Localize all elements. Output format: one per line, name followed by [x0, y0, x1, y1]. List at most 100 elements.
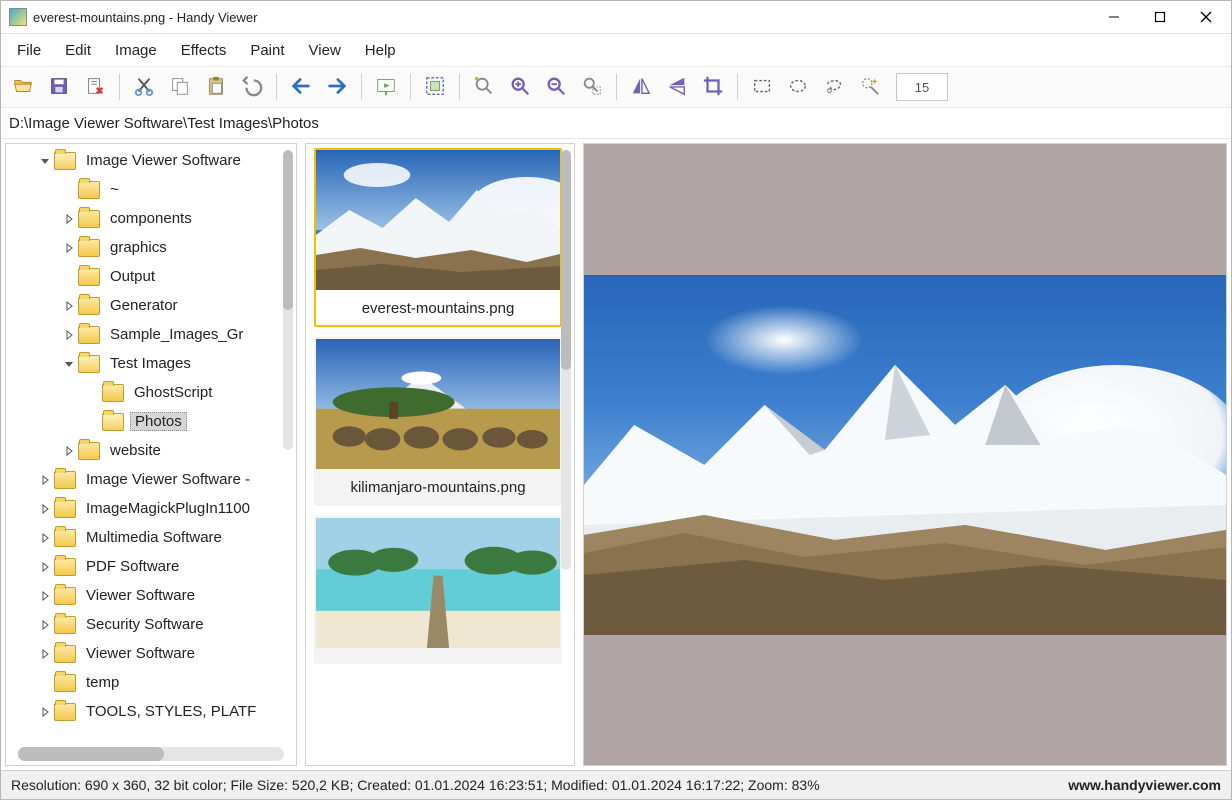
image-viewer-panel [583, 143, 1227, 766]
zoom-fit-icon [473, 75, 495, 100]
menu-file[interactable]: File [5, 38, 53, 63]
expander-none [86, 415, 100, 429]
tree-row[interactable]: Generator [6, 291, 296, 320]
chevron-right-icon[interactable] [38, 531, 52, 545]
zoom-fit-button[interactable] [468, 71, 500, 103]
tree-row[interactable]: ~ [6, 175, 296, 204]
folder-icon [102, 413, 124, 431]
select-wand-button[interactable] [854, 71, 886, 103]
flip-h-button[interactable] [625, 71, 657, 103]
delete-button[interactable] [79, 71, 111, 103]
chevron-right-icon[interactable] [38, 560, 52, 574]
chevron-right-icon[interactable] [62, 241, 76, 255]
next-button[interactable] [321, 71, 353, 103]
chevron-down-icon[interactable] [38, 154, 52, 168]
zoom-out-icon [545, 75, 567, 100]
menu-view[interactable]: View [297, 38, 353, 63]
fullscreen-button[interactable] [419, 71, 451, 103]
tree-row[interactable]: website [6, 436, 296, 465]
crop-icon [702, 75, 724, 100]
select-rect-button[interactable] [746, 71, 778, 103]
thumb-scrollbar[interactable] [561, 150, 571, 570]
open-icon [12, 75, 34, 100]
tree-row[interactable]: Viewer Software [6, 639, 296, 668]
tree-scrollbar[interactable] [283, 150, 293, 450]
folder-icon [54, 645, 76, 663]
chevron-right-icon[interactable] [62, 299, 76, 313]
chevron-right-icon[interactable] [38, 473, 52, 487]
tree-row[interactable]: Output [6, 262, 296, 291]
menu-effects[interactable]: Effects [169, 38, 239, 63]
tree-row[interactable]: Sample_Images_Gr [6, 320, 296, 349]
chevron-down-icon[interactable] [62, 357, 76, 371]
prev-button[interactable] [285, 71, 317, 103]
tree-row[interactable]: Viewer Software [6, 581, 296, 610]
zoom-in-icon [509, 75, 531, 100]
undo-icon [241, 75, 263, 100]
minimize-button[interactable] [1091, 2, 1137, 32]
zoom-region-button[interactable] [576, 71, 608, 103]
paste-button[interactable] [200, 71, 232, 103]
zoom-in-button[interactable] [504, 71, 536, 103]
menu-paint[interactable]: Paint [238, 38, 296, 63]
chevron-right-icon[interactable] [62, 328, 76, 342]
tree-label: Generator [110, 297, 178, 314]
tree-row[interactable]: Image Viewer Software [6, 146, 296, 175]
tree-row[interactable]: components [6, 204, 296, 233]
copy-button[interactable] [164, 71, 196, 103]
tree-hscrollbar[interactable] [18, 747, 284, 761]
tree-row[interactable]: Test Images [6, 349, 296, 378]
menu-help[interactable]: Help [353, 38, 408, 63]
zoom-out-button[interactable] [540, 71, 572, 103]
next-icon [326, 75, 348, 100]
chevron-right-icon[interactable] [38, 589, 52, 603]
thumbnail-card[interactable]: kilimanjaro-mountains.png [314, 337, 562, 506]
tree-row[interactable]: temp [6, 668, 296, 697]
chevron-right-icon[interactable] [38, 705, 52, 719]
undo-button[interactable] [236, 71, 268, 103]
toolbar [1, 66, 1231, 108]
toolbar-value-input[interactable] [896, 73, 948, 101]
tree-row[interactable]: ImageMagickPlugIn1100 [6, 494, 296, 523]
thumbnail-list[interactable]: everest-mountains.png kilimanjaro-mountai… [306, 144, 574, 765]
tree-row[interactable]: Multimedia Software [6, 523, 296, 552]
tree-label: website [110, 442, 161, 459]
image-viewer[interactable] [584, 144, 1226, 765]
thumbnail-image [316, 150, 560, 290]
tree-row[interactable]: PDF Software [6, 552, 296, 581]
maximize-button[interactable] [1137, 2, 1183, 32]
close-button[interactable] [1183, 2, 1229, 32]
tree-row[interactable]: Photos [6, 407, 296, 436]
current-path: D:\Image Viewer Software\Test Images\Pho… [9, 115, 319, 132]
chevron-right-icon[interactable] [38, 502, 52, 516]
save-button[interactable] [43, 71, 75, 103]
thumbnail-label: kilimanjaro-mountains.png [316, 477, 560, 498]
folder-icon [54, 558, 76, 576]
tree-row[interactable]: Image Viewer Software - [6, 465, 296, 494]
tree-row[interactable]: TOOLS, STYLES, PLATF [6, 697, 296, 726]
thumbnail-card[interactable]: everest-mountains.png [314, 148, 562, 327]
folder-icon [78, 326, 100, 344]
slideshow-button[interactable] [370, 71, 402, 103]
tree-row[interactable]: GhostScript [6, 378, 296, 407]
open-button[interactable] [7, 71, 39, 103]
folder-icon [78, 268, 100, 286]
chevron-right-icon[interactable] [38, 618, 52, 632]
menu-image[interactable]: Image [103, 38, 169, 63]
folder-tree[interactable]: Image Viewer Software~components graphics… [6, 144, 296, 745]
chevron-right-icon[interactable] [62, 444, 76, 458]
select-lasso-button[interactable] [818, 71, 850, 103]
cut-button[interactable] [128, 71, 160, 103]
menu-edit[interactable]: Edit [53, 38, 103, 63]
chevron-right-icon[interactable] [62, 212, 76, 226]
thumbnail-card[interactable] [314, 516, 562, 664]
crop-button[interactable] [697, 71, 729, 103]
chevron-right-icon[interactable] [38, 647, 52, 661]
tree-label: Viewer Software [86, 587, 195, 604]
select-ellipse-button[interactable] [782, 71, 814, 103]
tree-row[interactable]: Security Software [6, 610, 296, 639]
tree-label: graphics [110, 239, 167, 256]
tree-row[interactable]: graphics [6, 233, 296, 262]
select-wand-icon [859, 75, 881, 100]
flip-v-button[interactable] [661, 71, 693, 103]
